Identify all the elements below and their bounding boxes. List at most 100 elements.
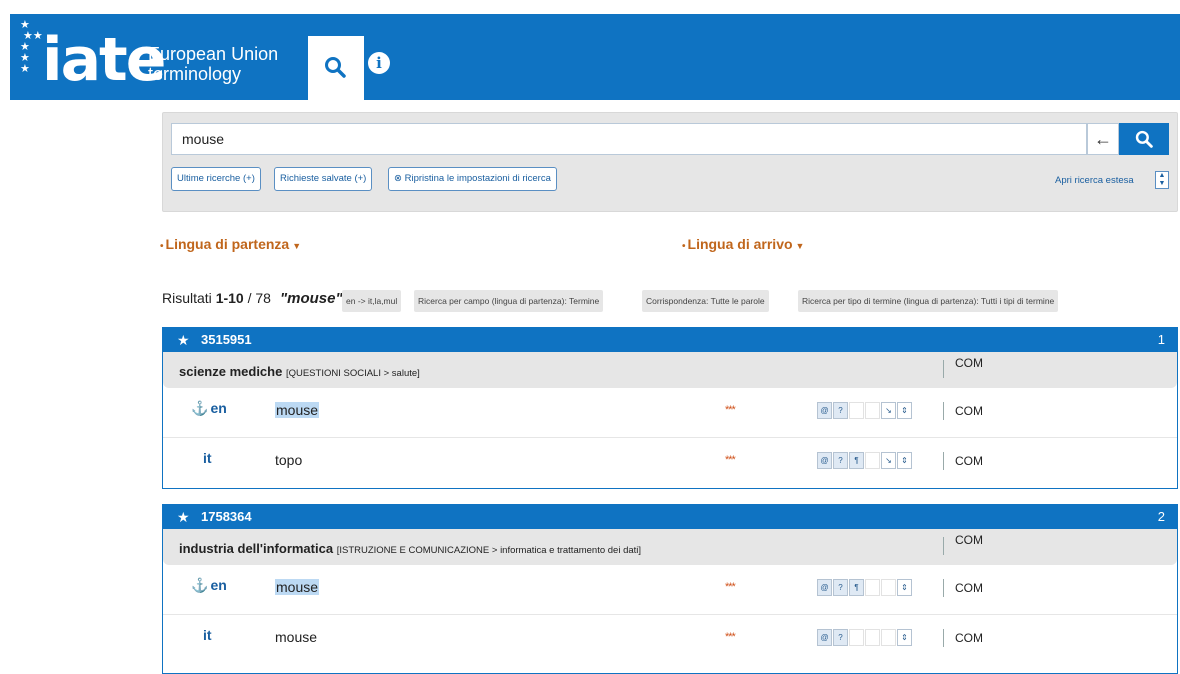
domain-name: scienze mediche xyxy=(179,364,283,379)
back-arrow-button[interactable]: ← xyxy=(1087,123,1119,155)
divider xyxy=(943,537,944,555)
language-code: ⚓ en xyxy=(191,577,227,594)
search-button[interactable] xyxy=(1119,123,1169,155)
term-row[interactable]: it topo *** @? ¶ ↘ ⇕ COM xyxy=(163,438,1177,488)
term-row[interactable]: ⚓ en mouse *** @? ¶ ⇕ COM xyxy=(163,565,1177,615)
search-panel: mouse ← Ultime ricerche (+) Richieste sa… xyxy=(162,112,1178,212)
results-count: Risultati 1-10 / 78 xyxy=(162,290,271,306)
target-language-label: Lingua di arrivo xyxy=(687,236,793,252)
app-header: ★ ★★ ★ ★ ★ iate European Union terminology … xyxy=(10,14,1180,100)
sort-arrows-icon[interactable]: ⇕ xyxy=(897,579,912,596)
results-count-total: / 78 xyxy=(243,290,271,306)
term-metadata-icons: @? ¶ ⇕ xyxy=(817,579,913,597)
results-count-range: 1-10 xyxy=(215,290,244,306)
target-language-dropdown[interactable]: • Lingua di arrivo ▼ xyxy=(682,236,804,252)
empty-slot-icon xyxy=(849,402,864,419)
definition-icon[interactable]: ? xyxy=(833,629,848,646)
saved-requests-button[interactable]: Richieste salvate (+) xyxy=(274,167,373,191)
entry-number: 1 xyxy=(1157,332,1165,347)
caret-down-icon: ▼ xyxy=(292,241,302,251)
term-metadata-icons: @? ¶ ↘ ⇕ xyxy=(817,452,913,470)
recent-searches-button[interactable]: Ultime ricerche (+) xyxy=(171,167,261,191)
language-code: ⚓ en xyxy=(191,400,227,417)
term-text[interactable]: mouse xyxy=(275,629,317,645)
divider xyxy=(943,629,944,647)
definition-icon[interactable]: ? xyxy=(833,579,848,596)
domain-row: industria dell'informatica [ISTRUZIONE E… xyxy=(163,529,1177,565)
filter-chip: Corrispondenza: Tutte le parole xyxy=(642,290,769,312)
info-icon[interactable]: i xyxy=(368,52,390,74)
institution-label: COM xyxy=(955,631,983,645)
divider xyxy=(943,452,944,470)
logo-subtitle: European Union terminology xyxy=(148,44,278,84)
eu-stars-icon: ★ ★★ ★ ★ ★ xyxy=(20,19,43,75)
filter-chip: Ricerca per campo (lingua di partenza): … xyxy=(414,290,604,312)
entry-id[interactable]: 1758364 xyxy=(201,509,252,524)
abbreviation-icon[interactable]: @ xyxy=(817,579,832,596)
sort-arrows-icon[interactable]: ⇕ xyxy=(897,452,912,469)
star-icon[interactable]: ★ xyxy=(177,509,190,525)
definition-icon[interactable]: ? xyxy=(833,402,848,419)
entry-id[interactable]: 3515951 xyxy=(201,332,252,347)
search-icon xyxy=(1135,130,1153,148)
language-code-text: it xyxy=(203,627,212,643)
saved-requests-label: Richieste salvate (+) xyxy=(280,173,367,184)
language-code-text: en xyxy=(210,400,227,416)
language-code: it xyxy=(203,450,212,466)
divider xyxy=(943,402,944,420)
note-icon[interactable]: ↘ xyxy=(881,452,896,469)
anchor-icon: ⚓ xyxy=(191,577,209,593)
term-row[interactable]: ⚓ en mouse *** @? ↘ ⇕ COM xyxy=(163,388,1177,438)
term-text[interactable]: mouse xyxy=(275,402,320,418)
sort-arrows-icon[interactable]: ⇕ xyxy=(897,629,912,646)
context-icon[interactable]: ¶ xyxy=(849,579,864,596)
tab-search[interactable] xyxy=(308,36,364,100)
entry-header[interactable]: ★ 1758364 2 xyxy=(163,505,1177,529)
reset-settings-button[interactable]: ⊗ Ripristina le impostazioni di ricerca xyxy=(388,167,557,191)
expand-toggle-icon[interactable]: ▲ ▼ xyxy=(1155,171,1169,189)
language-code-text: en xyxy=(210,577,227,593)
results-count-prefix: Risultati xyxy=(162,290,216,306)
caret-down-icon: ▼ xyxy=(795,241,805,251)
empty-slot-icon xyxy=(881,579,896,596)
empty-slot-icon xyxy=(865,402,880,419)
note-icon[interactable]: ↘ xyxy=(881,402,896,419)
context-icon[interactable]: ¶ xyxy=(849,452,864,469)
abbreviation-icon[interactable]: @ xyxy=(817,452,832,469)
domain-row: scienze mediche [QUESTIONI SOCIALI > sal… xyxy=(163,352,1177,388)
source-language-label: Lingua di partenza xyxy=(165,236,290,252)
term-text[interactable]: mouse xyxy=(275,579,320,595)
star-icon[interactable]: ★ xyxy=(177,332,190,348)
empty-slot-icon xyxy=(849,629,864,646)
language-code-text: it xyxy=(203,450,212,466)
entry-header[interactable]: ★ 3515951 1 xyxy=(163,328,1177,352)
empty-slot-icon xyxy=(865,629,880,646)
institution-label: COM xyxy=(955,454,983,468)
domain-path: [QUESTIONI SOCIALI > salute] xyxy=(285,368,420,379)
source-language-dropdown[interactable]: • Lingua di partenza ▼ xyxy=(160,236,301,252)
entry-number: 2 xyxy=(1157,509,1165,524)
domain-name: industria dell'informatica xyxy=(179,541,334,556)
search-input[interactable]: mouse xyxy=(171,123,1087,155)
term-metadata-icons: @? ↘ ⇕ xyxy=(817,402,913,420)
abbreviation-icon[interactable]: @ xyxy=(817,629,832,646)
language-code: it xyxy=(203,627,212,643)
term-text[interactable]: topo xyxy=(275,452,302,468)
filter-chip: en -> it,la,mul xyxy=(342,290,402,312)
anchor-icon: ⚓ xyxy=(191,400,209,416)
domain-path: [ISTRUZIONE E COMUNICAZIONE > informatic… xyxy=(336,545,642,556)
iate-logo[interactable]: ★ ★★ ★ ★ ★ iate European Union terminology xyxy=(20,20,280,96)
logo-subtitle-line2: terminology xyxy=(148,64,242,84)
result-entry[interactable]: ★ 1758364 2 industria dell'informatica [… xyxy=(162,504,1178,674)
abbreviation-icon[interactable]: @ xyxy=(817,402,832,419)
reset-icon: ⊗ xyxy=(394,173,405,184)
definition-icon[interactable]: ? xyxy=(833,452,848,469)
empty-slot-icon xyxy=(881,629,896,646)
logo-wordmark: iate xyxy=(42,25,166,95)
result-entry[interactable]: ★ 3515951 1 scienze mediche [QUESTIONI S… xyxy=(162,327,1178,489)
sort-arrows-icon[interactable]: ⇕ xyxy=(897,402,912,419)
domain-text: scienze mediche [QUESTIONI SOCIALI > sal… xyxy=(179,364,420,379)
term-row[interactable]: it mouse *** @? ⇕ COM xyxy=(163,615,1177,665)
reset-settings-label: Ripristina le impostazioni di ricerca xyxy=(404,173,551,184)
advanced-search-link[interactable]: Apri ricerca estesa xyxy=(1055,175,1134,186)
